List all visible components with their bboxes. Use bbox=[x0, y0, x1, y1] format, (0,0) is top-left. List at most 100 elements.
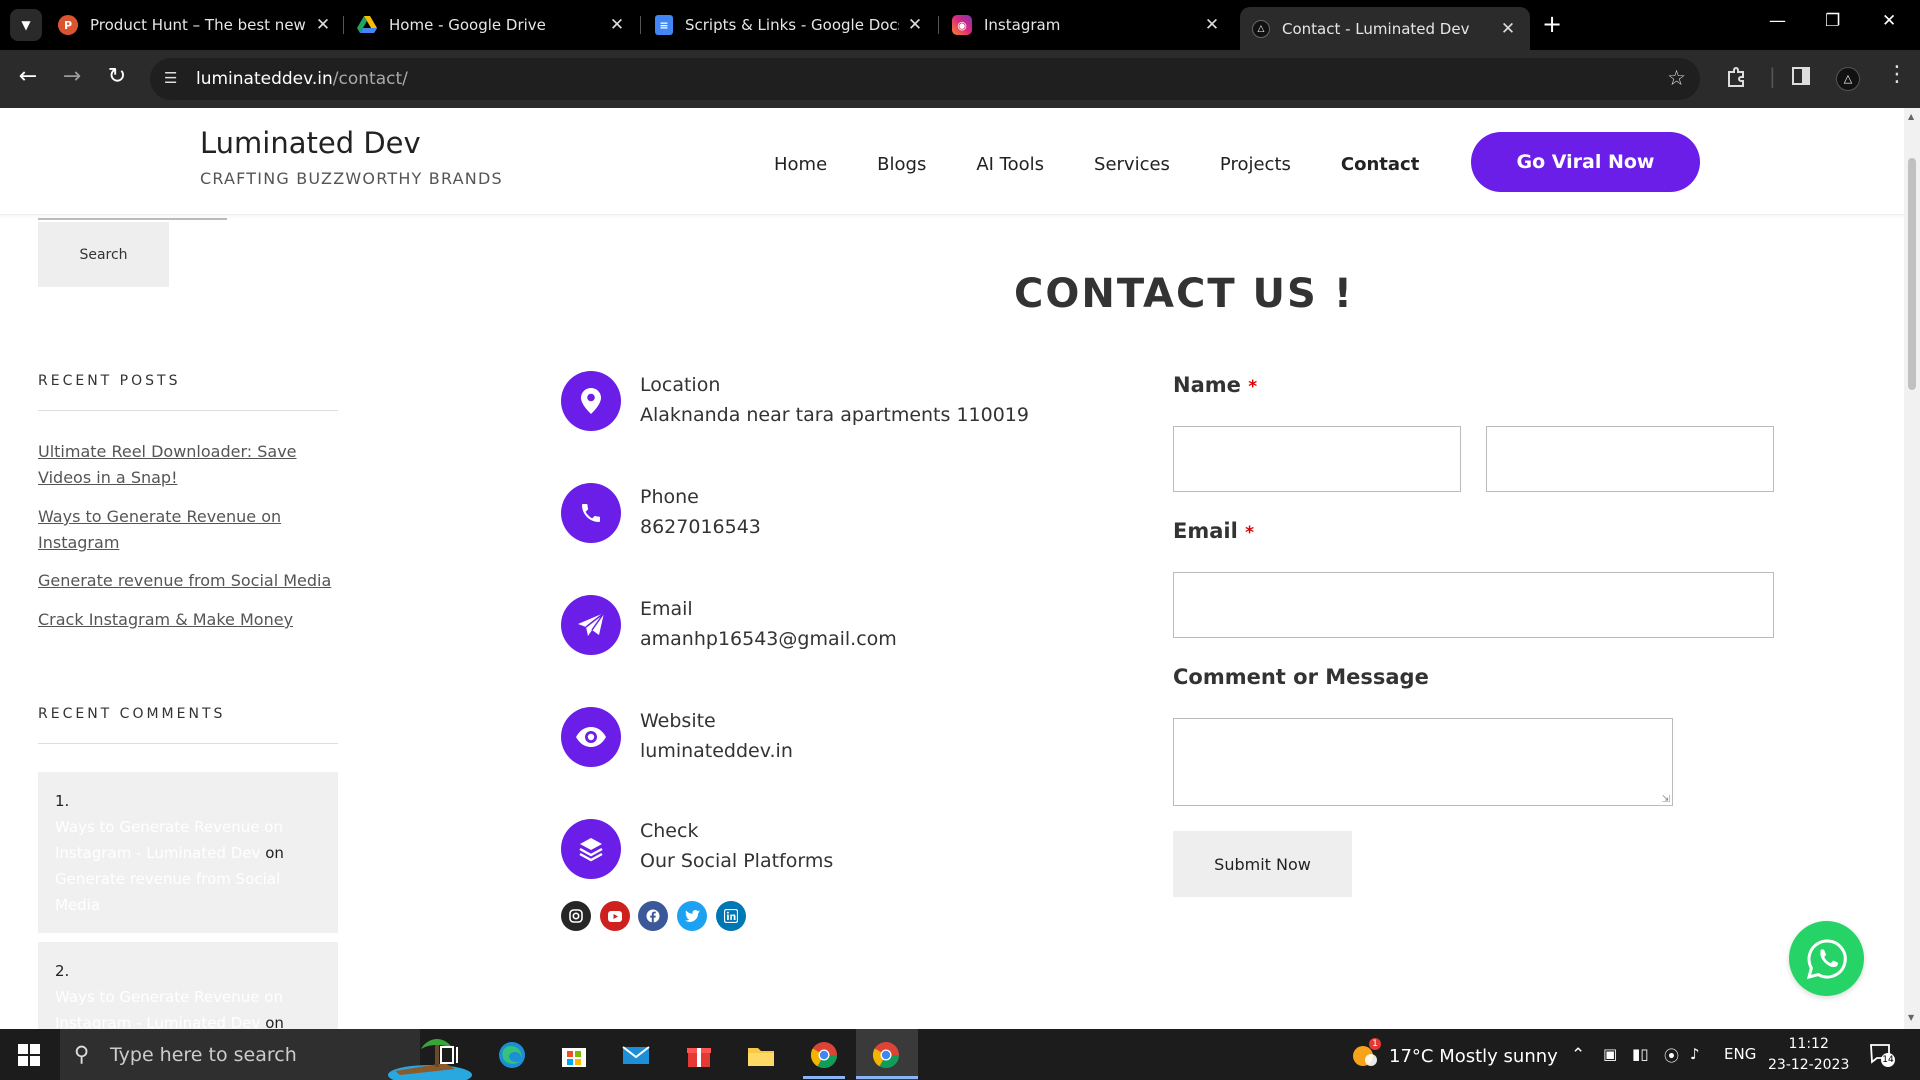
phone-value[interactable]: 8627016543 bbox=[640, 516, 761, 538]
email-label: Email * bbox=[1173, 519, 1254, 543]
battery-icon[interactable]: ▮▯ bbox=[1632, 1045, 1649, 1063]
menu-dots-icon[interactable]: ⋮ bbox=[1886, 62, 1908, 87]
reload-icon[interactable]: ↻ bbox=[102, 64, 132, 89]
nav-projects[interactable]: Projects bbox=[1220, 154, 1291, 175]
go-viral-button[interactable]: Go Viral Now bbox=[1471, 132, 1700, 192]
side-panel-icon[interactable] bbox=[1791, 66, 1811, 91]
whatsapp-icon bbox=[1806, 938, 1847, 979]
nav-contact[interactable]: Contact bbox=[1341, 154, 1419, 175]
tab-search-button[interactable]: ▼ bbox=[10, 9, 42, 41]
instagram-icon[interactable] bbox=[561, 901, 591, 931]
volume-icon[interactable]: ♪ bbox=[1690, 1045, 1700, 1063]
back-icon[interactable]: ← bbox=[13, 64, 43, 89]
first-name-input[interactable] bbox=[1173, 426, 1461, 492]
site-title[interactable]: Luminated Dev bbox=[200, 126, 421, 160]
bookmark-star-icon[interactable]: ☆ bbox=[1667, 66, 1686, 90]
chevron-down-icon: ▼ bbox=[21, 18, 31, 32]
chrome-icon[interactable] bbox=[809, 1040, 839, 1070]
weather-widget[interactable]: 1 17°C Mostly sunny bbox=[1351, 1038, 1558, 1068]
nav-ai-tools[interactable]: AI Tools bbox=[976, 154, 1044, 175]
website-value[interactable]: luminateddev.in bbox=[640, 740, 793, 762]
tab-google-drive[interactable]: Home - Google Drive ✕ bbox=[357, 8, 627, 42]
forward-icon[interactable]: → bbox=[57, 64, 87, 89]
address-bar[interactable]: ☰ luminateddev.in/contact/ ☆ bbox=[150, 58, 1700, 100]
luminated-dev-icon: △ bbox=[1252, 19, 1270, 38]
wifi-icon[interactable]: ⦿ bbox=[1664, 1045, 1679, 1066]
restore-icon[interactable]: ❐ bbox=[1825, 11, 1840, 31]
whatsapp-chat-button[interactable] bbox=[1789, 921, 1864, 996]
comment-author-link[interactable]: Ways to Generate Revenue on Instagram - … bbox=[55, 818, 283, 862]
resize-handle-icon[interactable]: ⇲ bbox=[1662, 794, 1670, 805]
close-icon[interactable]: ✕ bbox=[1202, 15, 1222, 35]
tab-product-hunt[interactable]: P Product Hunt – The best new pr ✕ bbox=[58, 8, 333, 42]
scroll-up-icon[interactable]: ▲ bbox=[1908, 112, 1914, 121]
product-hunt-icon: P bbox=[58, 15, 78, 35]
notification-count: 14 bbox=[1881, 1053, 1895, 1067]
scrollbar-thumb[interactable] bbox=[1908, 158, 1916, 390]
email-label: Email bbox=[640, 598, 693, 620]
microsoft-store-icon[interactable] bbox=[559, 1040, 589, 1070]
comment-author-link[interactable]: Ways to Generate Revenue on Instagram - … bbox=[55, 988, 283, 1029]
email-value[interactable]: amanhp16543@gmail.com bbox=[640, 628, 897, 650]
name-label: Name * bbox=[1173, 373, 1258, 397]
close-icon[interactable]: ✕ bbox=[1498, 19, 1518, 39]
search-input[interactable] bbox=[38, 218, 227, 220]
profile-avatar[interactable]: △ bbox=[1836, 67, 1860, 91]
windows-start-icon[interactable] bbox=[18, 1044, 40, 1070]
notifications-icon[interactable]: 14 bbox=[1868, 1041, 1895, 1071]
social-check-label: Check bbox=[640, 820, 699, 842]
edge-browser-icon[interactable] bbox=[497, 1040, 527, 1070]
site-info-icon[interactable]: ☰ bbox=[164, 69, 177, 87]
recent-post-link[interactable]: Generate revenue from Social Media bbox=[38, 568, 338, 594]
tab-contact-luminated-dev[interactable]: △ Contact - Luminated Dev ✕ bbox=[1240, 7, 1530, 50]
linkedin-icon[interactable] bbox=[716, 901, 746, 931]
recent-post-link[interactable]: Crack Instagram & Make Money bbox=[38, 607, 338, 633]
youtube-icon[interactable] bbox=[600, 901, 630, 931]
nav-home[interactable]: Home bbox=[774, 154, 827, 175]
new-tab-button[interactable]: + bbox=[1542, 11, 1562, 37]
show-hidden-icons-chevron-icon[interactable]: ⌃ bbox=[1571, 1045, 1585, 1065]
website-label: Website bbox=[640, 710, 716, 732]
tab-instagram[interactable]: ◉ Instagram ✕ bbox=[952, 8, 1222, 42]
search-icon: ⚲ bbox=[74, 1042, 90, 1066]
twitter-icon[interactable] bbox=[677, 901, 707, 931]
nav-blogs[interactable]: Blogs bbox=[877, 154, 926, 175]
last-name-input[interactable] bbox=[1486, 426, 1774, 492]
language-indicator[interactable]: ENG bbox=[1724, 1045, 1756, 1063]
taskbar-clock[interactable]: 11:12 23-12-2023 bbox=[1768, 1034, 1849, 1076]
location-label: Location bbox=[640, 374, 721, 396]
main-nav: Home Blogs AI Tools Services Projects Co… bbox=[774, 154, 1469, 175]
recent-posts-title: RECENT POSTS bbox=[38, 373, 181, 389]
recent-post-link[interactable]: Ultimate Reel Downloader: Save Videos in… bbox=[38, 439, 338, 491]
layers-icon bbox=[561, 819, 621, 879]
message-textarea[interactable]: ⇲ bbox=[1173, 718, 1673, 806]
mail-icon[interactable] bbox=[621, 1040, 651, 1070]
search-button[interactable]: Search bbox=[38, 222, 169, 287]
meet-now-icon[interactable]: ▣ bbox=[1603, 1045, 1617, 1063]
gift-app-icon[interactable] bbox=[684, 1040, 714, 1070]
taskbar-search-box[interactable]: ⚲ Type here to search bbox=[60, 1029, 472, 1080]
submit-button[interactable]: Submit Now bbox=[1173, 831, 1352, 897]
comment-post-link[interactable]: Generate revenue from Social Media bbox=[55, 870, 280, 914]
page-title: CONTACT US ! bbox=[1014, 271, 1354, 317]
chrome-icon[interactable] bbox=[871, 1040, 901, 1070]
nav-services[interactable]: Services bbox=[1094, 154, 1170, 175]
recent-post-link[interactable]: Ways to Generate Revenue on Instagram bbox=[38, 504, 338, 556]
close-icon[interactable]: ✕ bbox=[607, 15, 627, 35]
minimize-icon[interactable]: — bbox=[1769, 11, 1786, 31]
facebook-icon[interactable] bbox=[638, 901, 668, 931]
tab-google-docs[interactable]: ≡ Scripts & Links - Google Docs ✕ bbox=[655, 8, 925, 42]
close-icon[interactable]: ✕ bbox=[313, 15, 333, 35]
file-explorer-icon[interactable] bbox=[746, 1040, 776, 1070]
tab-separator bbox=[938, 16, 939, 34]
extensions-icon[interactable] bbox=[1726, 66, 1748, 93]
close-icon[interactable]: ✕ bbox=[905, 15, 925, 35]
window-close-icon[interactable]: ✕ bbox=[1882, 11, 1896, 31]
email-input[interactable] bbox=[1173, 572, 1774, 638]
page-scrollbar[interactable]: ▲ ▼ bbox=[1904, 108, 1920, 1029]
scroll-down-icon[interactable]: ▼ bbox=[1908, 1013, 1914, 1022]
browser-toolbar: ← → ↻ ☰ luminateddev.in/contact/ ☆ | △ ⋮ bbox=[0, 50, 1920, 108]
url-text[interactable]: luminateddev.in/contact/ bbox=[196, 69, 408, 89]
comment-item: 1. Ways to Generate Revenue on Instagram… bbox=[38, 772, 338, 933]
task-view-icon[interactable] bbox=[435, 1040, 465, 1070]
